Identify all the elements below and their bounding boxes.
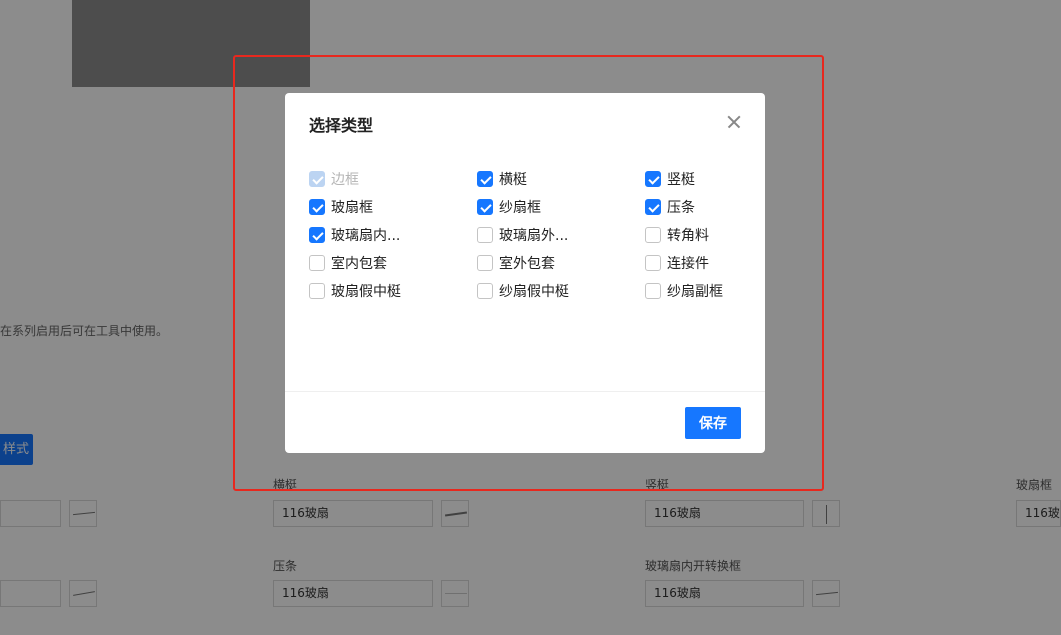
checkbox[interactable] — [645, 199, 661, 215]
option-indoor-cover[interactable]: 室内包套 — [309, 249, 477, 277]
dialog-title: 选择类型 — [309, 116, 374, 135]
option-outdoor-cover[interactable]: 室外包套 — [477, 249, 645, 277]
option-label: 玻扇框 — [331, 200, 373, 216]
option-screen-sash-sub-frame[interactable]: 纱扇副框 — [645, 277, 749, 305]
option-glass-sash-fake-mullion[interactable]: 玻扇假中梃 — [309, 277, 477, 305]
checkbox[interactable] — [645, 171, 661, 187]
option-screen-sash-fake-mullion[interactable]: 纱扇假中梃 — [477, 277, 645, 305]
checkbox[interactable] — [477, 255, 493, 271]
checkbox[interactable] — [309, 199, 325, 215]
select-type-dialog: 选择类型 边框 横梃 竖梃 玻扇框 纱扇框 压条 玻璃扇内... 玻璃扇外...… — [285, 93, 765, 453]
option-label: 纱扇框 — [499, 200, 541, 216]
option-label: 竖梃 — [667, 172, 695, 188]
option-corner-profile[interactable]: 转角料 — [645, 221, 749, 249]
checkbox[interactable] — [477, 171, 493, 187]
option-transom[interactable]: 横梃 — [477, 165, 645, 193]
option-label: 玻璃扇内... — [331, 228, 401, 244]
checkbox[interactable] — [477, 283, 493, 299]
option-label: 玻扇假中梃 — [331, 284, 401, 300]
option-screen-sash-frame[interactable]: 纱扇框 — [477, 193, 645, 221]
option-label: 室外包套 — [499, 256, 555, 272]
option-label: 纱扇副框 — [667, 284, 723, 300]
checkbox[interactable] — [477, 199, 493, 215]
option-glass-sash-outer[interactable]: 玻璃扇外... — [477, 221, 645, 249]
option-label: 纱扇假中梃 — [499, 284, 569, 300]
option-label: 转角料 — [667, 228, 709, 244]
option-connector[interactable]: 连接件 — [645, 249, 749, 277]
checkbox[interactable] — [645, 255, 661, 271]
checkbox[interactable] — [477, 227, 493, 243]
option-label: 玻璃扇外... — [499, 228, 569, 244]
option-mullion[interactable]: 竖梃 — [645, 165, 749, 193]
option-label: 连接件 — [667, 256, 709, 272]
footer-divider — [285, 391, 765, 392]
option-label: 室内包套 — [331, 256, 387, 272]
option-glass-sash-frame[interactable]: 玻扇框 — [309, 193, 477, 221]
checkbox[interactable] — [645, 227, 661, 243]
checkbox[interactable] — [645, 283, 661, 299]
option-bead[interactable]: 压条 — [645, 193, 749, 221]
save-button[interactable]: 保存 — [685, 407, 741, 439]
option-label: 横梃 — [499, 172, 527, 188]
option-label: 压条 — [667, 200, 695, 216]
checkbox — [309, 171, 325, 187]
checkbox[interactable] — [309, 255, 325, 271]
option-glass-sash-inner[interactable]: 玻璃扇内... — [309, 221, 477, 249]
checkbox[interactable] — [309, 283, 325, 299]
option-border: 边框 — [309, 165, 477, 193]
type-checkbox-group: 边框 横梃 竖梃 玻扇框 纱扇框 压条 玻璃扇内... 玻璃扇外... 转角料 … — [309, 165, 749, 305]
close-icon[interactable] — [722, 110, 746, 134]
checkbox[interactable] — [309, 227, 325, 243]
option-label: 边框 — [331, 172, 359, 188]
